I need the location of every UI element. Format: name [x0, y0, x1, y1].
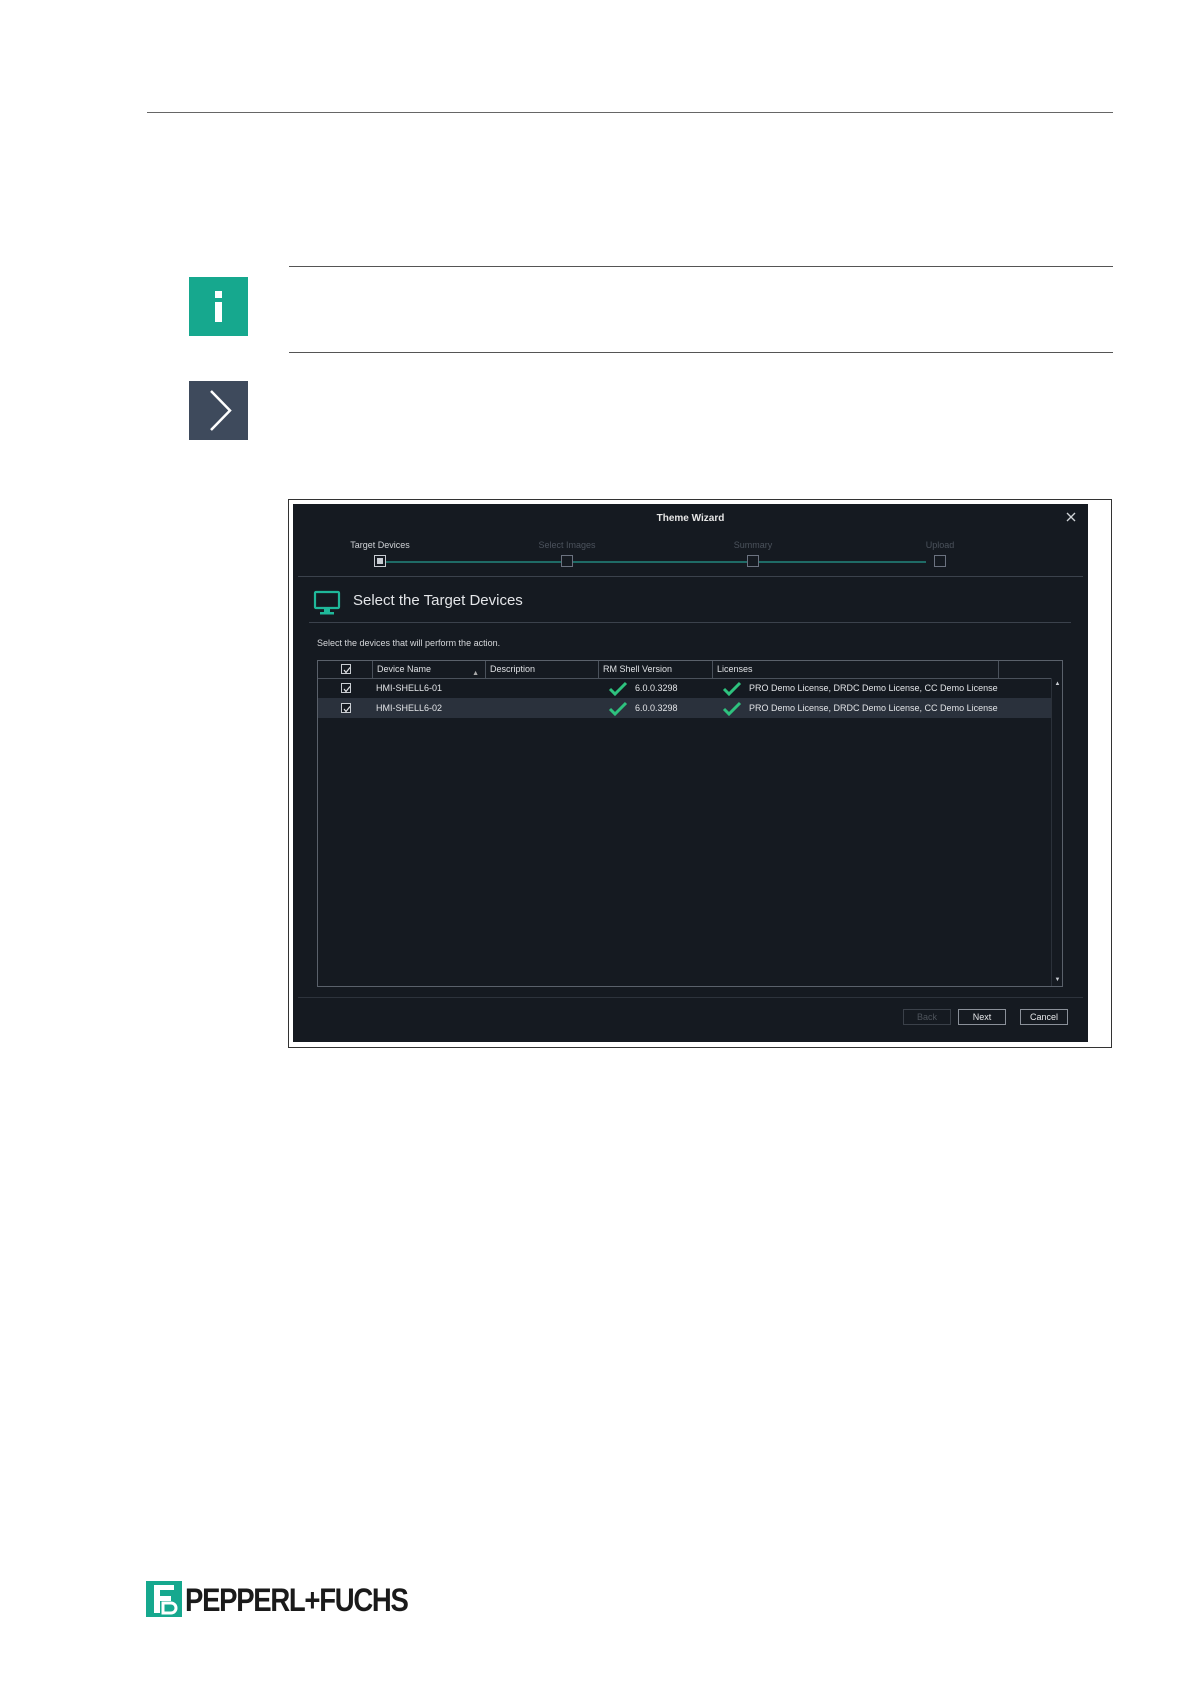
header-rule	[147, 112, 1113, 113]
licenses-cell: PRO Demo License, DRDC Demo License, CC …	[749, 683, 998, 693]
theme-wizard-dialog: Theme Wizard Target Devices Select Image…	[293, 504, 1088, 1042]
scroll-up-icon[interactable]: ▲	[1053, 680, 1062, 688]
back-button[interactable]: Back	[903, 1009, 951, 1025]
step-marker-select-images[interactable]	[561, 555, 573, 567]
checkbox-icon[interactable]	[341, 664, 351, 674]
column-label: Device Name	[377, 664, 432, 674]
chevron-right-icon	[189, 381, 248, 440]
table-header: Device Name ▲ Description RM Shell Versi…	[318, 661, 1051, 679]
checkmark-icon	[608, 701, 628, 717]
step-label-target-devices: Target Devices	[350, 540, 410, 550]
version-cell: 6.0.0.3298	[635, 703, 678, 713]
step-label-select-images: Select Images	[538, 540, 596, 550]
cancel-button[interactable]: Cancel	[1020, 1009, 1068, 1025]
step-marker-upload[interactable]	[934, 555, 946, 567]
note-bottom-rule	[289, 352, 1113, 353]
close-icon[interactable]	[1063, 509, 1079, 525]
instruction-text: Select the devices that will perform the…	[317, 638, 501, 648]
divider	[298, 576, 1083, 577]
footer-divider	[298, 997, 1083, 998]
version-cell: 6.0.0.3298	[635, 683, 678, 693]
table-row[interactable]: HMI-SHELL6-02 6.0.0.3298 PRO Demo Licens…	[318, 698, 1051, 718]
vertical-scrollbar[interactable]: ▲ ▼	[1051, 678, 1062, 986]
table-row[interactable]: HMI-SHELL6-01 6.0.0.3298 PRO Demo Licens…	[318, 678, 1051, 698]
step-marker-target-devices[interactable]	[374, 555, 386, 567]
checkmark-icon	[608, 681, 628, 697]
next-button[interactable]: Next	[958, 1009, 1006, 1025]
column-header-description[interactable]: Description	[486, 661, 599, 678]
step-label-summary: Summary	[733, 540, 773, 550]
device-table: Device Name ▲ Description RM Shell Versi…	[317, 660, 1063, 987]
brand-name: PEPPERL+FUCHS	[185, 1582, 409, 1618]
dialog-title: Theme Wizard	[656, 513, 725, 524]
select-all-column[interactable]	[318, 661, 373, 678]
column-header-device-name[interactable]: Device Name ▲	[373, 661, 486, 678]
brand-logo-icon	[146, 1581, 182, 1617]
checkbox-icon[interactable]	[341, 703, 351, 713]
column-header-rm-shell-version[interactable]: RM Shell Version	[599, 661, 713, 678]
checkmark-icon	[722, 701, 742, 717]
monitor-icon	[313, 590, 341, 616]
checkmark-icon	[722, 681, 742, 697]
scroll-down-icon[interactable]: ▼	[1053, 976, 1062, 984]
device-name-cell: HMI-SHELL6-02	[376, 703, 443, 713]
column-header-licenses[interactable]: Licenses	[713, 661, 999, 678]
step-marker-summary[interactable]	[747, 555, 759, 567]
heading-divider	[309, 622, 1071, 623]
checkbox-icon[interactable]	[341, 683, 351, 693]
step-progress-line	[386, 561, 926, 563]
page-heading: Select the Target Devices	[353, 592, 523, 609]
note-top-rule	[289, 266, 1113, 267]
device-name-cell: HMI-SHELL6-01	[376, 683, 443, 693]
licenses-cell: PRO Demo License, DRDC Demo License, CC …	[749, 703, 998, 713]
info-icon	[189, 277, 248, 336]
step-label-upload: Upload	[925, 540, 955, 550]
